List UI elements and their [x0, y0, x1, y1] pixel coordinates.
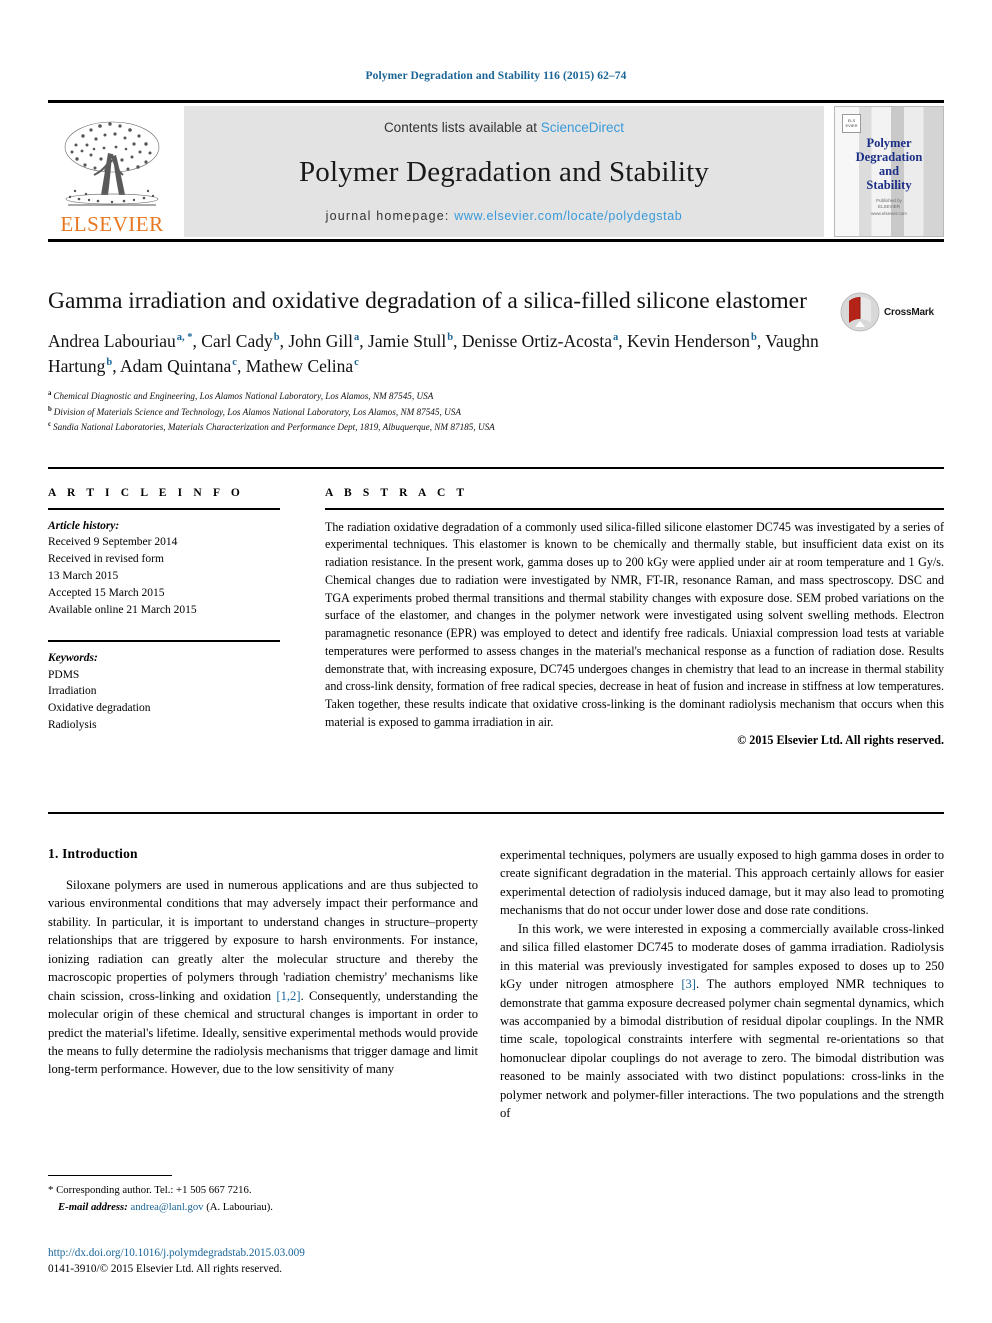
sciencedirect-link[interactable]: ScienceDirect [541, 120, 624, 135]
abstract-column: A B S T R A C T The radiation oxidative … [325, 487, 944, 748]
keywords-rule [48, 640, 280, 642]
author-entry: Kevin Hendersonb, [627, 330, 766, 351]
paper-page: Polymer Degradation and Stability 116 (2… [0, 0, 992, 1323]
author-affil-mark: b [273, 332, 280, 344]
history-line: Available online 21 March 2015 [48, 603, 197, 616]
contents-prefix: Contents lists available at [383, 120, 541, 135]
email-link[interactable]: andrea@lanl.gov [130, 1201, 203, 1213]
homepage-label: journal homepage: [325, 209, 455, 223]
page-title: Gamma irradiation and oxidative degradat… [48, 288, 807, 314]
cover-elsevier-mark: ELS EVIER [842, 114, 861, 133]
article-info-rule [48, 508, 280, 510]
affiliation-text: Sandia National Laboratories, Materials … [53, 422, 495, 433]
author-entry: Carl Cadyb, [201, 330, 289, 351]
article-history-label: Article history: [48, 519, 120, 532]
keywords-label: Keywords: [48, 651, 98, 664]
keyword-item: Radiolysis [48, 719, 97, 731]
body-section-rule [48, 812, 944, 814]
email-suffix: (A. Labouriau). [203, 1201, 273, 1214]
cover-journal-title: Polymer Degradation and Stability [855, 136, 923, 192]
footnote-corresponding-text: Corresponding author. Tel.: +1 505 667 7… [53, 1184, 252, 1197]
affiliation-item: c Sandia National Laboratories, Materials… [48, 419, 848, 435]
cover-footer-text: Published by ELSEVIER www.elsevier.com [871, 198, 907, 216]
affiliation-text: Chemical Diagnostic and Engineering, Los… [53, 390, 434, 401]
crossmark-icon [840, 292, 880, 332]
abstract-heading: A B S T R A C T [325, 487, 469, 499]
author-affil-mark: a, * [176, 332, 193, 344]
author-affil-mark: a [354, 332, 360, 344]
journal-cover-thumbnail: ELS EVIER Polymer Degradation and Stability … [834, 106, 944, 237]
author-affil-mark: b [106, 356, 113, 368]
article-info-column: A R T I C L E I N F O Article history: R… [48, 487, 280, 734]
citation-ref-1-2[interactable]: [1,2] [276, 989, 300, 1003]
elsevier-tree-icon [64, 121, 160, 206]
issn-copyright-line: 0141-3910/© 2015 Elsevier Ltd. All right… [48, 1263, 283, 1276]
info-section-rule [48, 467, 944, 469]
masthead-bottom-rule [48, 239, 944, 242]
keyword-item: PDMS [48, 668, 80, 681]
running-head: Polymer Degradation and Stability 116 (2… [365, 70, 627, 82]
affiliation-list: a Chemical Diagnostic and Engineering, Lo… [48, 388, 848, 436]
article-history-group: Article history: Received 9 September 20… [48, 518, 280, 619]
section-heading-introduction: 1. Introduction [48, 846, 138, 861]
intro-p1-part-a: Siloxane polymers are used in numerous a… [48, 878, 478, 1003]
footnote-divider [48, 1175, 172, 1177]
keywords-group: Keywords: PDMS Irradiation Oxidative deg… [48, 650, 280, 734]
doi-block: http://dx.doi.org/10.1016/j.polymdegrads… [48, 1245, 478, 1277]
body-column-right: experimental techniques, polymers are us… [500, 846, 944, 1123]
author-entry: Denisse Ortiz-Acostaa, [461, 330, 628, 351]
affiliation-text: Division of Materials Science and Techno… [53, 406, 461, 417]
history-line: Received 9 September 2014 [48, 536, 178, 549]
footnote-line-1: * Corresponding author. Tel.: +1 505 667… [48, 1182, 478, 1199]
author-list: Andrea Labouriaua, *, Carl Cadyb, John G… [48, 329, 828, 379]
intro-paragraph-2: experimental techniques, polymers are us… [500, 848, 944, 918]
abstract-rule [325, 508, 944, 510]
keyword-item: Irradiation [48, 685, 97, 698]
title-block: Gamma irradiation and oxidative degradat… [48, 287, 944, 435]
history-line: 13 March 2015 [48, 569, 119, 582]
journal-title: Polymer Degradation and Stability [298, 155, 710, 188]
affiliation-item: b Division of Materials Science and Techn… [48, 404, 848, 420]
homepage-url[interactable]: www.elsevier.com/locate/polydegstab [454, 209, 682, 223]
author-affil-mark: b [751, 332, 757, 344]
doi-link[interactable]: http://dx.doi.org/10.1016/j.polymdegrads… [48, 1245, 478, 1261]
author-entry: Jamie Stullb, [368, 330, 462, 351]
body-column-left: 1. Introduction Siloxane polymers are us… [48, 846, 478, 1079]
article-info-heading: A R T I C L E I N F O [48, 487, 244, 499]
author-affil-mark: c [354, 356, 359, 368]
email-label: E-mail address: [58, 1201, 128, 1214]
affiliation-item: a Chemical Diagnostic and Engineering, Lo… [48, 388, 848, 404]
journal-masthead: ELSEVIER Contents lists available at Sci… [48, 100, 944, 242]
intro-p3-part-b: . The authors employed NMR techniques to… [500, 977, 944, 1121]
history-line: Accepted 15 March 2015 [48, 586, 165, 599]
author-affil-mark: b [447, 332, 454, 344]
elsevier-wordmark: ELSEVIER [60, 212, 164, 236]
masthead-top-rule [48, 100, 944, 103]
crossmark-label: CrossMark [884, 306, 934, 318]
intro-paragraph-3: In this work, we were interested in expo… [500, 920, 944, 1123]
intro-paragraph-1: Siloxane polymers are used in numerous a… [48, 876, 478, 1079]
sciencedirect-band: Contents lists available at ScienceDirec… [184, 106, 824, 237]
keyword-item: Oxidative degradation [48, 702, 151, 715]
author-entry: Mathew Celinac [245, 355, 359, 376]
footnote-line-2: E-mail address: andrea@lanl.gov (A. Labo… [48, 1199, 478, 1215]
contents-available-line: Contents lists available at ScienceDirec… [384, 120, 624, 135]
author-entry: John Gilla, [288, 330, 369, 351]
citation-ref-3[interactable]: [3] [681, 977, 696, 991]
elsevier-logo: ELSEVIER [48, 106, 176, 237]
journal-homepage-line: journal homepage: www.elsevier.com/locat… [326, 209, 683, 223]
abstract-text: The radiation oxidative degradation of a… [325, 519, 944, 730]
corresponding-author-footnote: * Corresponding author. Tel.: +1 505 667… [48, 1175, 478, 1215]
author-entry: Andrea Labouriaua, *, [48, 330, 202, 351]
abstract-copyright: © 2015 Elsevier Ltd. All rights reserved… [737, 732, 944, 747]
author-entry: Adam Quintanac, [120, 355, 246, 376]
author-affil-mark: c [232, 356, 237, 368]
author-affil-mark: a [613, 332, 619, 344]
history-line: Received in revised form [48, 553, 164, 566]
crossmark-badge-group[interactable]: CrossMark [840, 289, 944, 335]
